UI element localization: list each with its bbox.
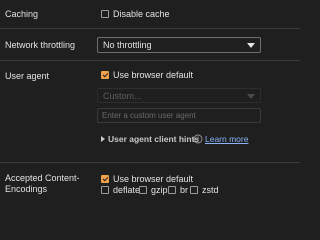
network-throttling-select[interactable]: No throttling	[97, 37, 261, 53]
user-agent-browser-default-checkbox[interactable]	[101, 71, 109, 79]
user-agent-custom-select: Custom...	[97, 88, 261, 103]
learn-more-link[interactable]: Learn more	[205, 134, 248, 144]
user-agent-browser-default-label[interactable]: Use browser default	[113, 70, 193, 80]
disable-cache-checkbox[interactable]	[101, 10, 109, 18]
zstd-checkbox[interactable]	[190, 186, 198, 194]
encodings-browser-default-label[interactable]: Use browser default	[113, 174, 193, 184]
br-checkbox[interactable]	[168, 186, 176, 194]
user-agent-label: User agent	[5, 71, 50, 81]
custom-user-agent-input[interactable]: Enter a custom user agent	[97, 108, 261, 123]
deflate-label[interactable]: deflate	[113, 185, 140, 195]
br-label[interactable]: br	[180, 185, 188, 195]
chevron-down-icon	[247, 94, 255, 99]
chevron-down-icon	[247, 43, 255, 48]
encodings-browser-default-checkbox[interactable]	[101, 175, 109, 183]
accepted-encodings-label-line2: Encodings	[5, 184, 48, 194]
gzip-checkbox[interactable]	[139, 186, 147, 194]
divider	[0, 60, 300, 61]
user-agent-client-hints-toggle[interactable]: User agent client hints	[108, 134, 199, 144]
custom-user-agent-placeholder: Enter a custom user agent	[102, 111, 196, 120]
gzip-label[interactable]: gzip	[151, 185, 168, 195]
divider	[0, 162, 300, 163]
info-icon	[193, 134, 203, 144]
deflate-checkbox[interactable]	[101, 186, 109, 194]
zstd-label[interactable]: zstd	[202, 185, 219, 195]
caching-label: Caching	[5, 9, 39, 19]
divider	[0, 28, 300, 29]
triangle-right-icon[interactable]	[101, 136, 105, 142]
network-throttling-value: No throttling	[103, 40, 152, 50]
disable-cache-label[interactable]: Disable cache	[113, 9, 170, 19]
network-throttling-label: Network throttling	[5, 40, 76, 50]
user-agent-custom-select-value: Custom...	[103, 91, 142, 101]
accepted-encodings-label-line1: Accepted Content-	[5, 173, 80, 183]
